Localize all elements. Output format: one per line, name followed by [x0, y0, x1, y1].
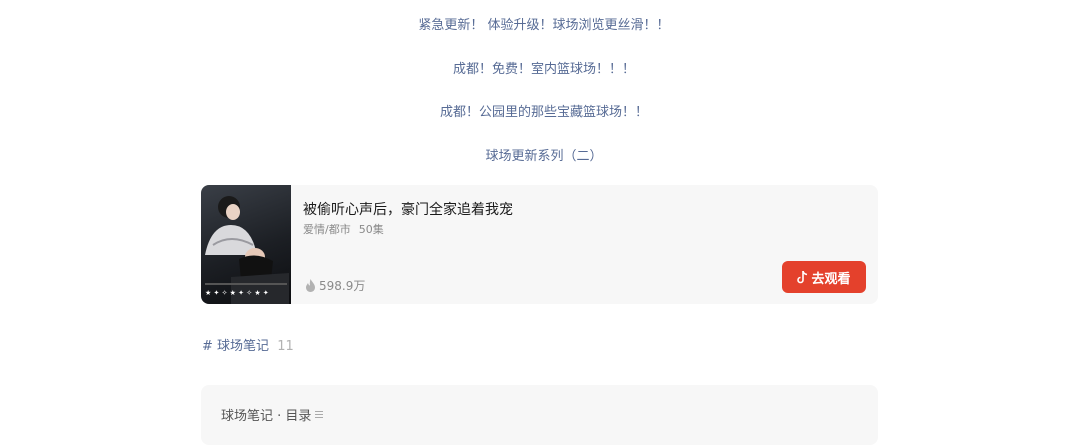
drama-meta: 爱情/都市 50集 [303, 221, 384, 237]
hash-icon: # [202, 339, 213, 354]
watch-button-label: 去观看 [811, 271, 851, 287]
watch-button[interactable]: 去观看 [782, 261, 866, 293]
article-link-3[interactable]: 成都！公园里的那些宝藏篮球场！！ [0, 101, 1088, 120]
toc-header: 球场笔记 · 目录 [221, 405, 324, 424]
drama-views-count: 598.9万 [319, 279, 366, 293]
article-link-1[interactable]: 紧急更新！ 体验升级！球场浏览更丝滑！！ [0, 14, 1088, 33]
toc-title: 球场笔记 · 目录 [221, 409, 312, 424]
toc-card[interactable]: 球场笔记 · 目录 [201, 385, 878, 445]
article-link-4[interactable]: 球场更新系列（二） [0, 145, 1088, 164]
topic-tag-label: 球场笔记 [217, 339, 270, 354]
drama-title: 被偷听心声后，豪门全家追着我宠 [303, 202, 513, 218]
drama-views: 598.9万 [305, 277, 365, 294]
drama-card[interactable]: ★ ✦ ✧ ★ ✦ ✧ ★ ✦ 被偷听心声后，豪门全家追着我宠 爱情/都市 50集… [201, 185, 878, 304]
tiktok-icon [797, 270, 808, 283]
drama-episodes: 50集 [358, 223, 384, 236]
topic-tag-count: 11 [277, 339, 294, 354]
flame-icon [306, 279, 315, 292]
drama-poster: ★ ✦ ✧ ★ ✦ ✧ ★ ✦ [201, 185, 291, 304]
list-icon [315, 411, 324, 418]
topic-tag[interactable]: # 球场笔记 11 [202, 335, 294, 354]
article-link-2[interactable]: 成都！免费！室内篮球场！！！ [0, 58, 1088, 77]
svg-text:★ ✦ ✧ ★ ✦ ✧ ★ ✦: ★ ✦ ✧ ★ ✦ ✧ ★ ✦ [205, 289, 269, 297]
drama-genre: 爱情/都市 [303, 223, 351, 236]
